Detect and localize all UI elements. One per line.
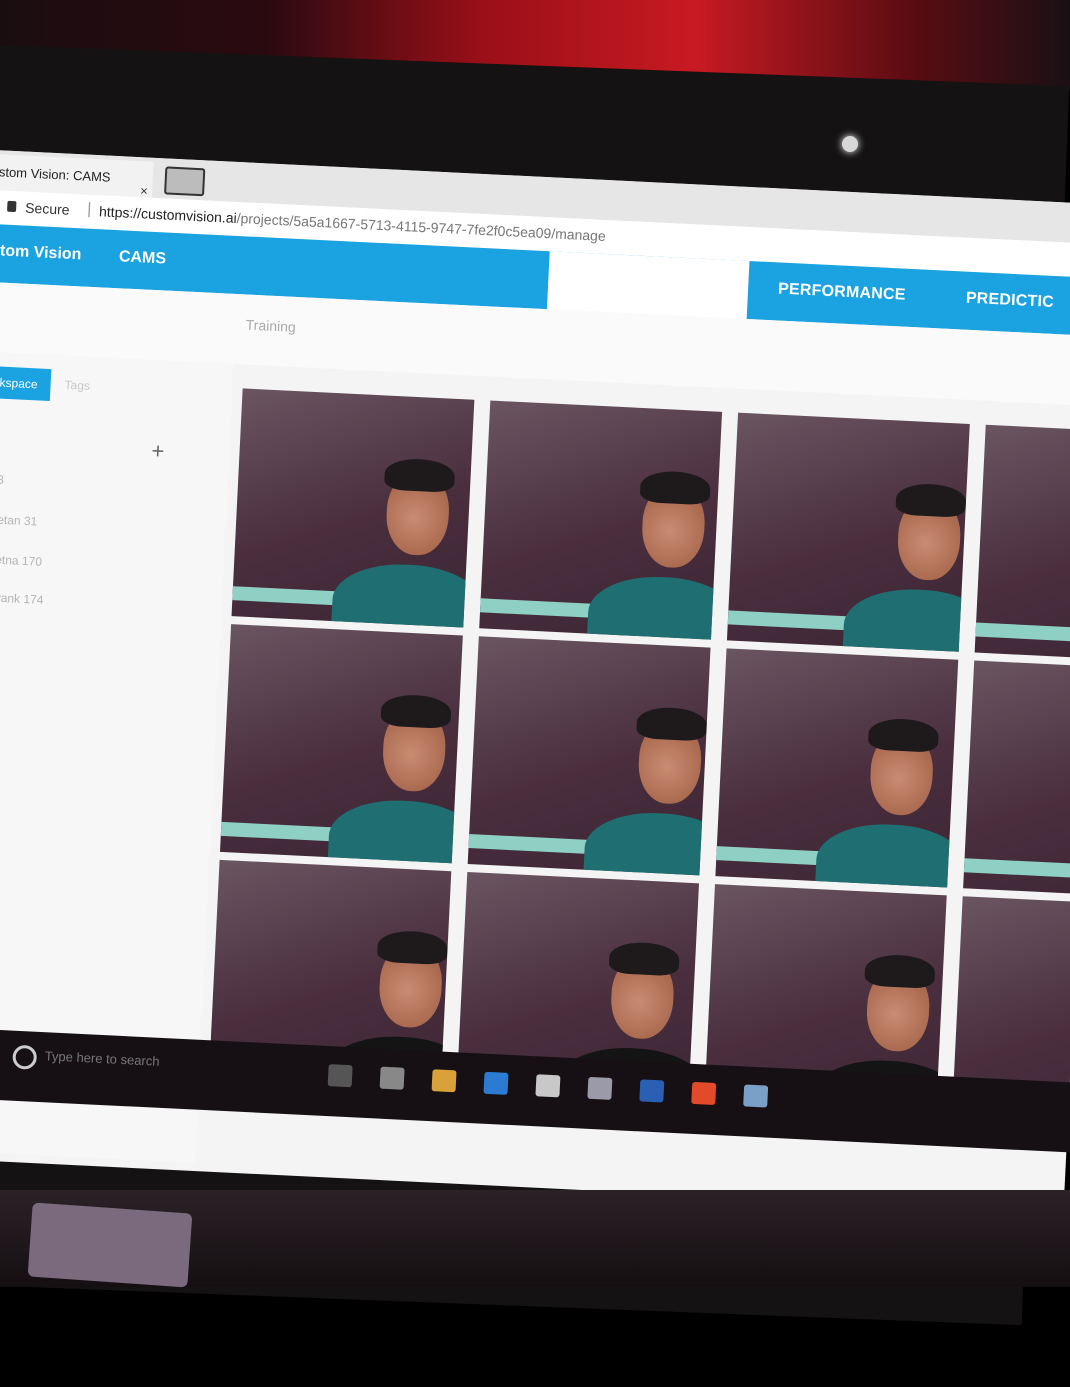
webcam-icon: [842, 136, 858, 152]
tags-filter-button[interactable]: Tags: [64, 378, 90, 393]
mail-icon[interactable]: [587, 1076, 613, 1100]
person-hair: [895, 482, 967, 518]
app-icon[interactable]: [743, 1084, 769, 1108]
cortana-icon[interactable]: [12, 1044, 38, 1070]
tile-floor: [975, 622, 1070, 648]
person-body: [841, 586, 970, 652]
image-thumbnail[interactable]: [963, 660, 1070, 900]
tag-item[interactable]: Chetan 31: [0, 512, 38, 529]
image-thumbnail[interactable]: [974, 424, 1070, 664]
chrome-icon[interactable]: [691, 1081, 717, 1106]
project-name[interactable]: CAMS: [118, 248, 167, 268]
person-hair: [867, 717, 940, 753]
add-tag-icon[interactable]: +: [151, 438, 165, 465]
image-thumbnail[interactable]: [726, 412, 970, 652]
person-body: [582, 809, 711, 876]
page-breadcrumb: Training: [245, 316, 297, 335]
tag-item[interactable]: Mayank 174: [0, 590, 44, 607]
address-separator: |: [86, 200, 92, 218]
laptop-hinge-piece: [27, 1202, 193, 1288]
edge-icon[interactable]: [483, 1071, 509, 1095]
task-view-icon[interactable]: [379, 1066, 405, 1090]
image-thumbnail[interactable]: [467, 636, 711, 876]
mic-icon[interactable]: [327, 1064, 353, 1088]
person-hair: [376, 929, 449, 966]
person-hair: [383, 457, 456, 493]
store-icon[interactable]: [535, 1074, 561, 1098]
person-hair: [380, 693, 452, 729]
tile-floor: [963, 858, 1070, 884]
taskbar-search[interactable]: Type here to search: [44, 1048, 160, 1069]
workspace-button[interactable]: rkspace: [0, 365, 52, 402]
tag-item[interactable]: 173: [0, 472, 4, 487]
image-thumbnail[interactable]: [715, 648, 959, 888]
lock-icon: [7, 200, 17, 213]
image-thumbnail[interactable]: [479, 400, 723, 640]
person-body: [326, 797, 463, 864]
image-thumbnail[interactable]: [231, 388, 475, 628]
file-explorer-icon[interactable]: [431, 1069, 457, 1093]
tab-title: stom Vision: CAMS: [0, 164, 111, 185]
app-brand[interactable]: stom Vision: [0, 242, 82, 264]
person-hair: [864, 953, 936, 989]
word-icon[interactable]: [639, 1079, 665, 1103]
url-host: https://customvision.ai: [98, 203, 238, 226]
secure-label: Secure: [24, 199, 70, 218]
image-thumbnail[interactable]: [219, 624, 463, 864]
person-hair: [639, 469, 712, 506]
person-body: [330, 561, 475, 628]
new-tab-button[interactable]: [164, 166, 206, 197]
tab-predictions[interactable]: PREDICTIC: [965, 290, 1055, 312]
tag-item[interactable]: Chetna 170: [0, 552, 42, 569]
tab-performance[interactable]: PERFORMANCE: [778, 280, 906, 304]
person-hair: [636, 706, 708, 742]
person-body: [586, 573, 723, 640]
person-body: [814, 821, 959, 888]
person-hair: [608, 941, 681, 977]
